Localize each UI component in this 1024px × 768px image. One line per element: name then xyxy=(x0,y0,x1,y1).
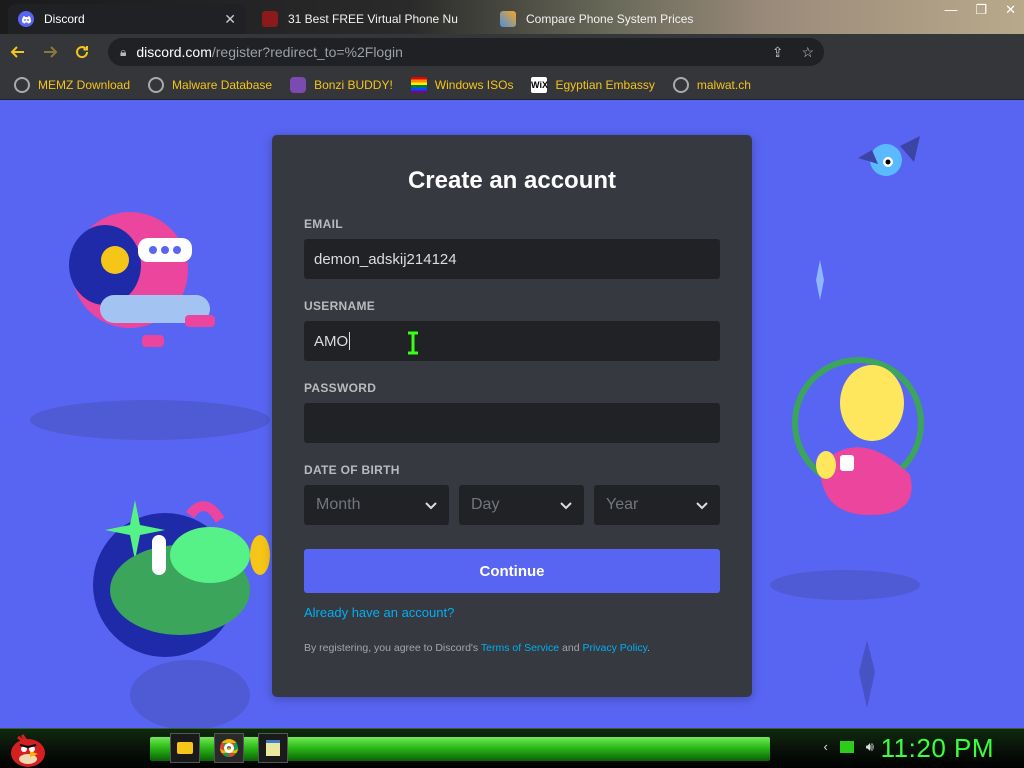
username-label: USERNAME xyxy=(304,299,376,313)
back-arrow-icon[interactable] xyxy=(4,38,32,66)
ibeam-cursor-icon xyxy=(408,331,418,355)
tab-phone-system[interactable]: Compare Phone System Prices xyxy=(490,4,720,34)
url-path: /register?redirect_to=%2Flogin xyxy=(211,44,403,60)
text-caret xyxy=(349,332,351,350)
discord-register-page: Create an account EMAIL demon_adskij2141… xyxy=(0,100,1024,728)
day-placeholder: Day xyxy=(471,496,500,513)
tab-discord[interactable]: Discord ✕ xyxy=(8,4,246,34)
close-tab-icon[interactable]: ✕ xyxy=(224,11,236,28)
sparkle-icon xyxy=(859,640,875,708)
bookmark-egyptian-embassy[interactable]: WiX Egyptian Embassy xyxy=(531,76,655,93)
month-placeholder: Month xyxy=(316,496,361,513)
wix-icon: WiX xyxy=(531,76,548,93)
tab-title: Discord xyxy=(44,12,85,26)
bookmark-label: Egyptian Embassy xyxy=(555,77,655,92)
chevron-down-icon xyxy=(696,497,708,513)
browser-tab-bar: Discord ✕ 31 Best FREE Virtual Phone Nu … xyxy=(0,0,1024,34)
bookmark-star-icon[interactable]: ☆ xyxy=(801,44,814,61)
dob-selects: Month Day Year xyxy=(304,485,720,525)
password-label: PASSWORD xyxy=(304,381,377,395)
network-icon[interactable] xyxy=(839,741,854,753)
volume-icon[interactable]: 🔊︎ xyxy=(866,739,874,755)
globe-icon xyxy=(14,76,30,93)
page-title: Create an account xyxy=(407,167,617,194)
bonzi-icon xyxy=(290,76,307,93)
username-field[interactable]: AMO xyxy=(304,321,720,361)
tab-title: Compare Phone System Prices xyxy=(526,12,694,26)
lock-icon: 🔒︎ xyxy=(120,44,127,59)
bookmark-bonzi[interactable]: Bonzi BUDDY! xyxy=(290,76,393,93)
year-placeholder: Year xyxy=(606,496,639,513)
register-card: Create an account EMAIL demon_adskij2141… xyxy=(272,135,752,697)
globe-icon xyxy=(672,76,689,93)
bookmark-label: malwat.ch xyxy=(696,77,751,92)
legal-suffix: . xyxy=(647,642,650,654)
username-value: AMO xyxy=(314,332,349,350)
flying-bat-illustration xyxy=(858,136,920,176)
bookmark-memz[interactable]: MEMZ Download xyxy=(14,76,131,93)
minimize-button[interactable]: — xyxy=(944,2,957,18)
email-label: EMAIL xyxy=(304,217,343,231)
legal-prefix: By registering, you agree to Discord's xyxy=(304,642,479,654)
tab-virtual-phone[interactable]: 31 Best FREE Virtual Phone Nu xyxy=(252,4,484,34)
globe-icon xyxy=(148,76,165,93)
discord-icon xyxy=(18,11,34,27)
terms-link[interactable]: Terms of Service xyxy=(481,642,559,654)
bookmark-malwatch[interactable]: malwat.ch xyxy=(672,76,751,93)
legal-and: and xyxy=(562,642,580,654)
background-cloud xyxy=(770,570,920,600)
yellow-character-tea-illustration xyxy=(792,357,924,515)
taskbar: ‹ 🔊︎ 11:20 PM xyxy=(0,728,1024,768)
tray-chevron-icon[interactable]: ‹ xyxy=(823,739,827,755)
window-controls: — ❐ ✕ xyxy=(944,2,1016,18)
notepad-icon[interactable] xyxy=(258,733,288,763)
email-field[interactable]: demon_adskij214124 xyxy=(304,239,720,279)
year-select[interactable]: Year xyxy=(594,485,720,525)
site-favicon-icon xyxy=(500,11,516,27)
file-explorer-icon[interactable] xyxy=(170,733,200,763)
bookmark-label: Windows ISOs xyxy=(434,77,514,92)
reload-icon[interactable] xyxy=(68,38,96,66)
bookmark-malware-db[interactable]: Malware Database xyxy=(148,76,273,93)
bookmark-windows-isos[interactable]: Windows ISOs xyxy=(410,76,514,93)
close-window-button[interactable]: ✕ xyxy=(1005,2,1016,18)
continue-button[interactable]: Continue xyxy=(304,549,720,593)
url-bar[interactable]: 🔒︎ discord.com /register?redirect_to=%2F… xyxy=(108,38,824,66)
address-toolbar: 🔒︎ discord.com /register?redirect_to=%2F… xyxy=(0,34,1024,96)
share-icon[interactable]: ⇪ xyxy=(772,44,784,61)
site-favicon-icon xyxy=(262,11,278,27)
dob-label: DATE OF BIRTH xyxy=(304,463,400,477)
email-value: demon_adskij214124 xyxy=(314,250,457,268)
bookmark-label: MEMZ Download xyxy=(38,77,131,92)
taskbar-clock[interactable]: 11:20 PM xyxy=(881,733,994,764)
month-select[interactable]: Month xyxy=(304,485,449,525)
system-tray: ‹ 🔊︎ xyxy=(823,739,874,755)
background-cloud xyxy=(30,400,270,440)
girl-with-phone-illustration xyxy=(69,212,215,347)
chevron-down-icon xyxy=(560,497,572,513)
chevron-down-icon xyxy=(425,497,437,513)
bookmark-label: Malware Database xyxy=(172,77,273,92)
day-select[interactable]: Day xyxy=(459,485,584,525)
privacy-link[interactable]: Privacy Policy xyxy=(582,642,647,654)
angry-bird-start-icon[interactable] xyxy=(8,731,48,767)
legal-text: By registering, you agree to Discord's T… xyxy=(304,642,720,654)
maximize-button[interactable]: ❐ xyxy=(975,2,987,18)
chrome-icon[interactable] xyxy=(214,733,244,763)
sparkle-icon xyxy=(816,260,824,300)
tab-title: 31 Best FREE Virtual Phone Nu xyxy=(288,12,458,26)
password-field[interactable] xyxy=(304,403,720,443)
url-host: discord.com xyxy=(136,44,212,60)
green-dinosaur-headphones-illustration xyxy=(93,500,270,657)
rainbow-icon xyxy=(410,76,427,93)
bookmark-label: Bonzi BUDDY! xyxy=(314,77,393,92)
forward-arrow-icon[interactable] xyxy=(36,38,64,66)
login-link[interactable]: Already have an account? xyxy=(304,605,720,620)
bookmarks-bar: MEMZ Download Malware Database Bonzi BUD… xyxy=(0,70,1024,100)
